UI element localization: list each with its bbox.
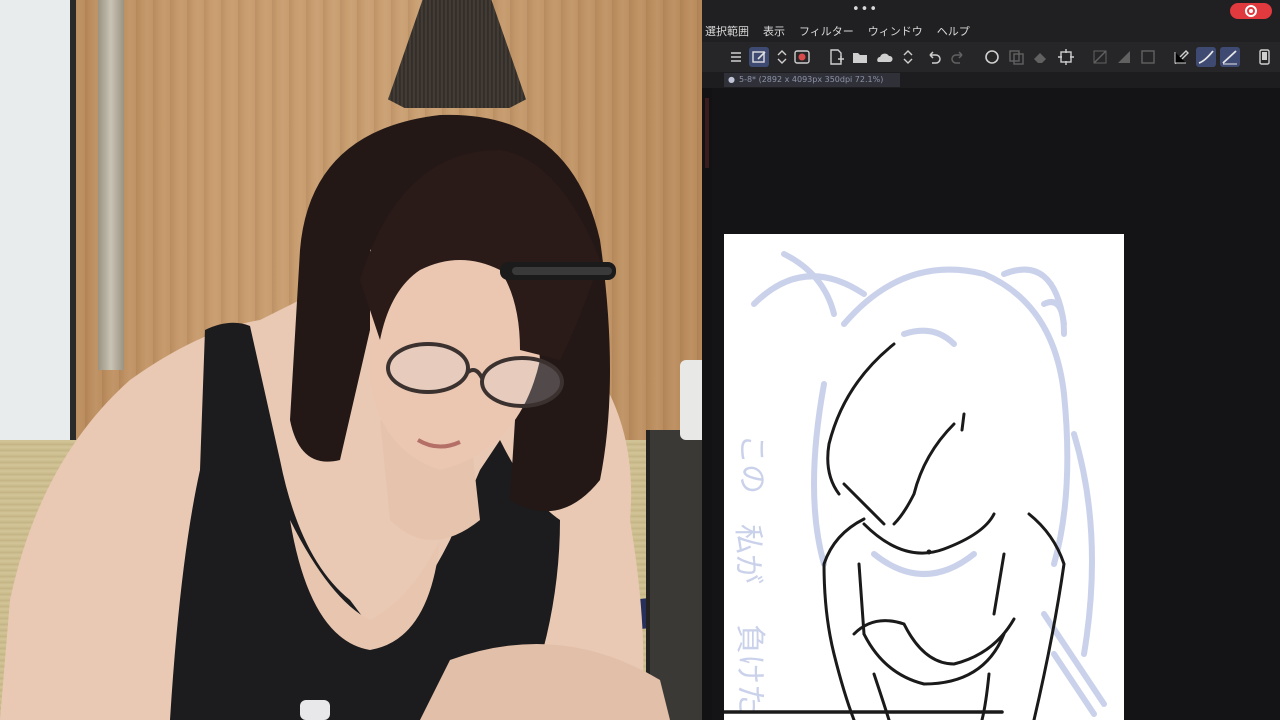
transform-icon[interactable] (1056, 47, 1076, 67)
pen-tool-icon[interactable] (1172, 47, 1192, 67)
left-dock-edge (702, 88, 712, 720)
record-icon (1245, 5, 1257, 17)
handwritten-line-1: この (734, 434, 769, 494)
redo-icon[interactable] (948, 47, 968, 67)
dock-accent (705, 98, 709, 168)
menu-help[interactable]: ヘルプ (930, 22, 977, 42)
cloud-save-icon[interactable] (874, 47, 894, 67)
handwritten-line-2: 私が (730, 524, 765, 584)
open-folder-icon[interactable] (850, 47, 870, 67)
document-tab[interactable]: ● 5-8* (2892 x 4093px 350dpi 72.1%) (724, 73, 900, 87)
copy-icon[interactable] (1006, 47, 1026, 67)
undo-icon[interactable] (924, 47, 944, 67)
updown-arrows-icon[interactable] (772, 47, 787, 67)
record-close-button[interactable] (1230, 3, 1272, 19)
canvas-viewport[interactable]: この 私が 負けた (712, 88, 1280, 720)
new-file-icon[interactable] (826, 47, 846, 67)
document-tab-label: 5-8* (2892 x 4093px 350dpi 72.1%) (738, 75, 884, 84)
menu-selection[interactable]: 選択範囲 (702, 22, 756, 42)
snap-c-icon[interactable] (1138, 47, 1158, 67)
eraser-fill-icon[interactable] (1030, 47, 1050, 67)
menu-bar: 選択範囲 表示 フィルター ウィンドウ ヘルプ (702, 22, 1280, 42)
menu-window[interactable]: ウィンドウ (861, 22, 930, 42)
snap-b-icon[interactable] (1114, 47, 1134, 67)
handwritten-line-3: 負けた (732, 624, 767, 714)
webcam-feed (0, 0, 702, 720)
brush-preview-icon[interactable] (792, 47, 812, 67)
menu-icon[interactable] (726, 47, 746, 67)
command-toolbar (702, 42, 1280, 73)
window-options-button[interactable]: ••• (852, 2, 877, 18)
canvas-tool-icon[interactable] (749, 47, 769, 67)
menu-filter[interactable]: フィルター (792, 22, 861, 42)
line-pen-icon[interactable] (1220, 47, 1240, 67)
document-tab-strip: ● 5-8* (2892 x 4093px 350dpi 72.1%) (702, 72, 1280, 88)
unsaved-dot: ● (728, 75, 735, 84)
circle-select-icon[interactable] (982, 47, 1002, 67)
person-drawing (0, 0, 702, 720)
snap-a-icon[interactable] (1090, 47, 1110, 67)
menu-view[interactable]: 表示 (756, 22, 792, 42)
drawing-canvas[interactable]: この 私が 負けた (724, 234, 1124, 720)
title-bar: ••• (702, 0, 1280, 22)
drawing-app-window: ••• 選択範囲 表示 フィルター ウィンドウ ヘルプ ● 5-8* (2892… (702, 0, 1280, 720)
updown-arrows-icon-2[interactable] (898, 47, 913, 67)
device-icon[interactable] (1254, 47, 1274, 67)
curve-pen-icon[interactable] (1196, 47, 1216, 67)
